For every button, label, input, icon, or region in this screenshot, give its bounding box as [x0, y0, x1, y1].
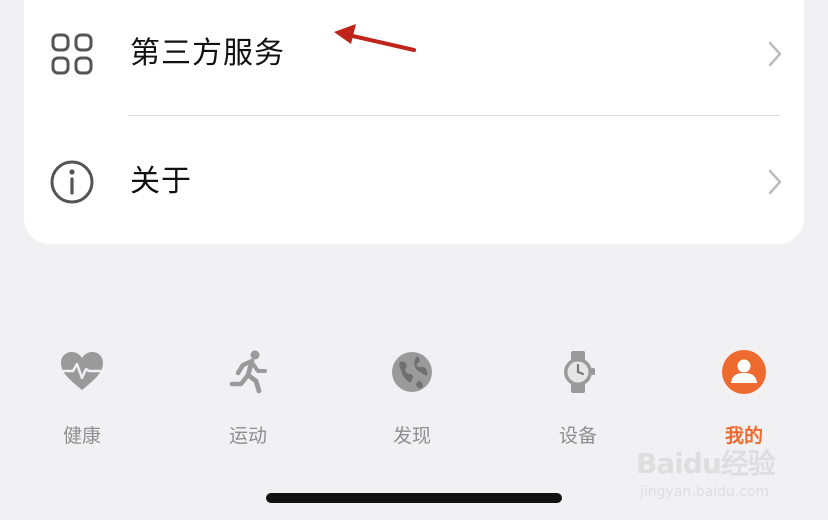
watermark-brand: Baidu经验 — [636, 447, 776, 480]
home-indicator[interactable] — [266, 493, 562, 503]
tab-health[interactable]: 健康 — [27, 340, 137, 460]
grid-icon — [51, 33, 93, 75]
tab-sport-label: 运动 — [228, 425, 267, 447]
tab-discover[interactable]: 发现 — [357, 340, 467, 460]
watch-icon — [564, 351, 595, 393]
tab-sport[interactable]: 运动 — [193, 340, 303, 460]
tab-health-label: 健康 — [62, 425, 101, 447]
chevron-right-icon — [768, 41, 782, 67]
tab-discover-label: 发现 — [392, 425, 431, 447]
about-row[interactable]: 关于 — [24, 122, 804, 240]
heart-pulse-icon — [61, 352, 103, 390]
third-party-services-label: 第三方服务 — [130, 36, 285, 71]
tab-device-label: 设备 — [558, 425, 597, 447]
settings-card: 第三方服务 关于 — [24, 0, 804, 244]
tab-device[interactable]: 设备 — [523, 340, 633, 460]
globe-icon — [392, 352, 432, 392]
info-icon — [50, 160, 94, 204]
third-party-services-row[interactable]: 第三方服务 — [24, 0, 804, 112]
running-person-icon — [229, 350, 267, 394]
bottom-tab-bar: 健康 运动 发现 设备 我的 — [0, 340, 828, 460]
chevron-right-icon — [768, 169, 782, 195]
profile-icon — [722, 350, 766, 394]
divider — [128, 115, 780, 116]
about-label: 关于 — [130, 164, 192, 199]
annotation-arrow-icon — [334, 24, 416, 52]
tab-me[interactable]: 我的 — [689, 340, 799, 460]
baidu-watermark: Baidu经验 jingyan.baidu.com — [636, 447, 786, 507]
watermark-url: jingyan.baidu.com — [640, 484, 770, 500]
tab-me-label: 我的 — [724, 425, 763, 447]
